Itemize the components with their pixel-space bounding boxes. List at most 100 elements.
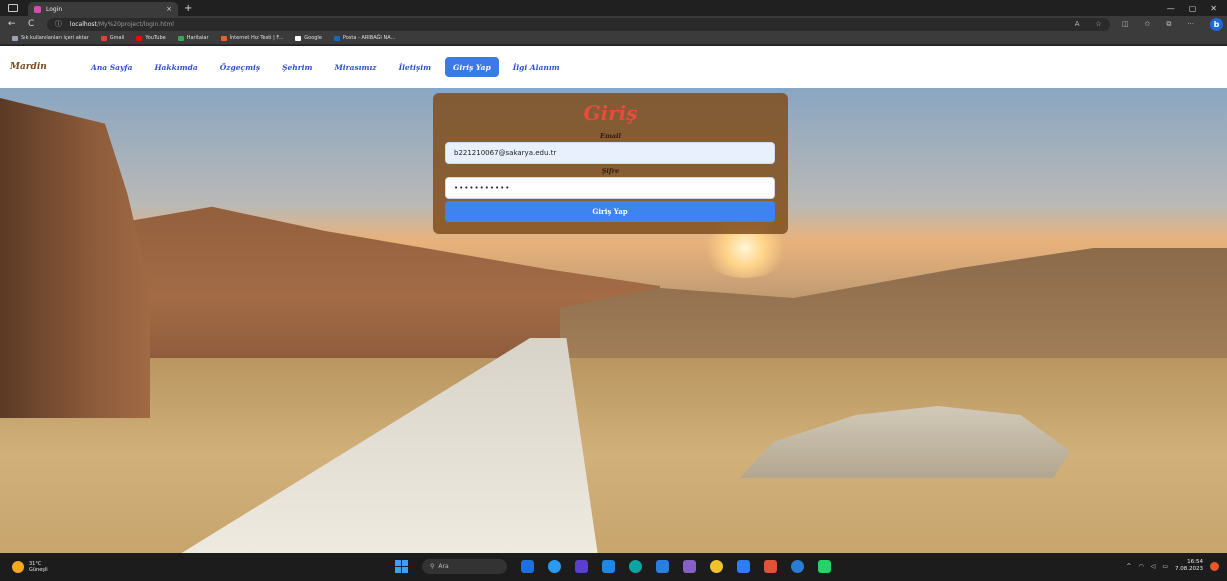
taskbar-app-icon[interactable] [548, 560, 561, 573]
site-menu: Ana Sayfa Hakkımda Özgeçmiş Şehrim Mirasımız… [80, 57, 571, 77]
new-tab-button[interactable]: + [184, 3, 192, 14]
nav-item[interactable]: Şehrim [271, 57, 323, 77]
clock[interactable]: 16:54 7.08.2023 [1175, 559, 1203, 573]
browser-tab-login[interactable]: Login × [28, 2, 178, 16]
tab-title: Login [46, 5, 63, 13]
bookmark-icon [220, 35, 227, 41]
bookmark-icon [136, 35, 143, 41]
read-aloud-icon[interactable]: A [1075, 20, 1080, 28]
bookmarks-bar: Sık kullanılanları içeri aktar Gmail YouTu… [0, 32, 1227, 45]
weather-widget[interactable]: 31°C Güneşli [12, 561, 48, 573]
bookmark-icon [12, 35, 18, 41]
bookmark-item[interactable]: Sık kullanılanları içeri aktar [12, 35, 89, 41]
login-submit-button[interactable]: Giriş Yap [445, 201, 775, 222]
nav-item[interactable]: Özgeçmiş [209, 57, 271, 77]
bookmark-label: Haritalar [186, 35, 209, 41]
start-button-icon[interactable] [395, 560, 408, 573]
taskbar-center: ⚲ Ara [395, 559, 831, 574]
windows-taskbar: 31°C Güneşli ⚲ Ara ^ ◠ ◁ ▭ 16:54 7.08.20… [0, 553, 1227, 581]
wifi-icon[interactable]: ◠ [1138, 563, 1143, 570]
maximize-button[interactable]: ▢ [1189, 4, 1197, 13]
bookmark-icon [333, 35, 340, 41]
bookmark-item[interactable]: Gmail [100, 35, 125, 41]
left-cliff [0, 98, 150, 418]
nav-item[interactable]: İletişim [388, 57, 442, 77]
nav-item[interactable]: Ana Sayfa [80, 57, 143, 77]
url-field[interactable]: ⓘ localhost /My%20project/login.html A ☆ [46, 17, 1110, 31]
nav-item[interactable]: Hakkımda [143, 57, 208, 77]
battery-icon[interactable]: ▭ [1162, 563, 1168, 570]
taskbar-app-icon[interactable] [818, 560, 831, 573]
favicon-icon [34, 5, 41, 13]
password-input[interactable]: ••••••••••• [445, 177, 775, 199]
search-placeholder: Ara [438, 563, 449, 570]
email-input[interactable]: b221210067@sakarya.edu.tr [445, 142, 775, 164]
taskbar-app-icon[interactable] [791, 560, 804, 573]
site-logo[interactable]: Mardin [10, 62, 70, 72]
bookmark-item[interactable]: Google [295, 35, 322, 41]
login-title: Giriş [583, 101, 638, 125]
search-icon: ⚲ [430, 563, 435, 570]
bookmark-item[interactable]: Haritalar [177, 35, 209, 41]
password-label: Şifre [601, 167, 620, 175]
toolbar-icons: ◫ ✩ ⧉ ··· b [1122, 17, 1227, 31]
taskbar-app-icon[interactable] [737, 560, 750, 573]
bookmark-label: İnternet Hız Testi | F... [229, 35, 284, 41]
notification-icon[interactable] [1210, 561, 1219, 571]
taskbar-app-icon[interactable] [521, 560, 534, 573]
taskbar-app-icon[interactable] [602, 560, 615, 573]
browser-tab-bar: Login × + — ▢ ✕ [0, 0, 1227, 16]
bookmark-label: Gmail [109, 35, 125, 41]
volume-icon[interactable]: ◁ [1151, 563, 1156, 570]
bookmark-label: Sık kullanılanları içeri aktar [21, 35, 89, 41]
collections-icon[interactable]: ⧉ [1166, 20, 1171, 29]
address-icons: A ☆ [1075, 20, 1102, 28]
workspace-icon[interactable] [8, 4, 18, 12]
taskbar-search[interactable]: ⚲ Ara [422, 559, 507, 574]
site-navbar: Mardin Ana Sayfa Hakkımda Özgeçmiş Şehrim Mi… [0, 46, 1227, 88]
email-label: Email [600, 132, 621, 140]
tray-chevron-icon[interactable]: ^ [1126, 563, 1131, 570]
more-menu-button[interactable]: ··· [1187, 20, 1194, 28]
bing-copilot-icon[interactable]: b [1210, 17, 1223, 31]
clock-date: 7.08.2023 [1175, 566, 1203, 572]
minimize-button[interactable]: — [1167, 4, 1175, 13]
close-window-button[interactable]: ✕ [1210, 4, 1217, 13]
nav-item[interactable]: Giriş Yap [445, 57, 499, 77]
screen: Login × + — ▢ ✕ ← C ⓘ localhost /My%20pr… [0, 0, 1227, 581]
bookmark-item[interactable]: İnternet Hız Testi | F... [220, 35, 284, 41]
bookmark-item[interactable]: Posta - ARIBAĞI NA... [333, 35, 396, 41]
weather-desc: Güneşli [29, 567, 48, 573]
favorites-icon[interactable]: ✩ [1144, 20, 1150, 28]
bookmark-icon [295, 35, 302, 41]
taskbar-app-icon[interactable] [656, 560, 669, 573]
taskbar-app-icon[interactable] [683, 560, 696, 573]
sun-icon [12, 561, 24, 573]
split-screen-icon[interactable]: ◫ [1122, 20, 1129, 28]
bookmark-label: Google [304, 35, 322, 41]
back-button[interactable]: ← [4, 19, 19, 29]
login-form: Giriş Email b221210067@sakarya.edu.tr Şi… [433, 93, 788, 234]
taskbar-app-icon[interactable] [764, 560, 777, 573]
favorite-star-icon[interactable]: ☆ [1096, 20, 1102, 28]
system-tray: ^ ◠ ◁ ▭ 16:54 7.08.2023 [1126, 559, 1219, 573]
tab-close-icon[interactable]: × [166, 5, 172, 13]
url-host: localhost [69, 20, 97, 28]
address-bar-row: ← C ⓘ localhost /My%20project/login.html… [0, 16, 1227, 32]
bookmark-item[interactable]: YouTube [136, 35, 166, 41]
clock-time: 16:54 [1187, 559, 1203, 565]
site-info-icon[interactable]: ⓘ [55, 19, 62, 29]
refresh-button[interactable]: C [23, 19, 38, 29]
bookmark-label: Posta - ARIBAĞI NA... [342, 35, 396, 41]
nav-item[interactable]: Mirasımız [323, 57, 387, 77]
weather-text: 31°C Güneşli [29, 561, 48, 573]
nav-item[interactable]: İlgi Alanım [502, 57, 571, 77]
bookmark-icon [100, 35, 107, 41]
bookmark-icon [177, 35, 184, 41]
taskbar-app-icon[interactable] [575, 560, 588, 573]
taskbar-app-icon[interactable] [629, 560, 642, 573]
taskbar-app-icon[interactable] [710, 560, 723, 573]
url-path: /My%20project/login.html [96, 20, 174, 28]
window-controls: — ▢ ✕ [1167, 4, 1217, 13]
bookmark-label: YouTube [145, 35, 166, 41]
